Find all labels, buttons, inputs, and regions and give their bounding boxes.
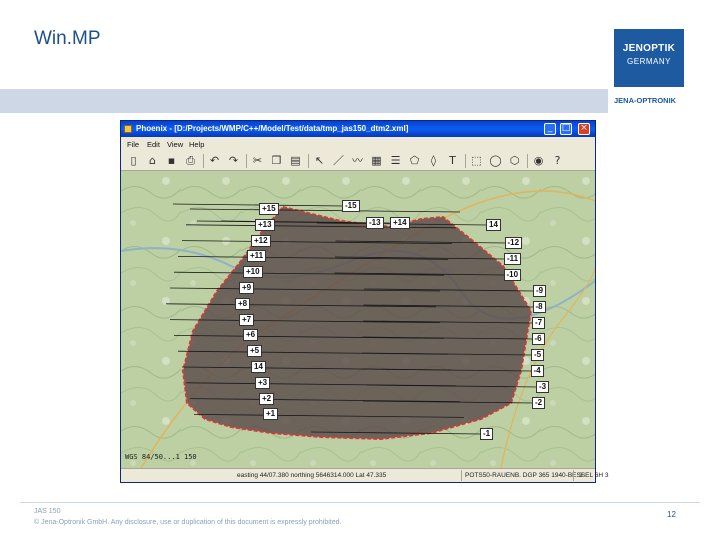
toolbar-separator	[203, 154, 204, 168]
print-icon[interactable]: ⎙	[184, 154, 197, 167]
logo-line2: GERMANY	[627, 57, 671, 66]
strip-label-left: +11	[247, 250, 267, 263]
logo-subline: JENA-OPTRONIK	[614, 96, 677, 105]
undo-icon[interactable]: ↶	[208, 154, 221, 167]
strip-label-left: +12	[251, 234, 271, 247]
map-scale: WGS 84/50...1 150	[125, 453, 197, 461]
hatch-icon[interactable]: ▦	[370, 154, 383, 167]
help-icon[interactable]: ?	[551, 154, 564, 167]
strip-label-right: -4	[530, 365, 544, 377]
strip-label-left: +10	[243, 266, 263, 279]
freeform-icon[interactable]: ◊	[427, 154, 440, 167]
strip-label-left: +3	[255, 376, 271, 389]
toolbar-separator	[527, 154, 528, 168]
header-band	[0, 89, 608, 113]
maximize-button[interactable]: □	[560, 123, 572, 135]
circle-icon[interactable]: ◯	[489, 154, 502, 167]
lines-icon[interactable]: ☰	[389, 154, 402, 167]
strip-label-right: -5	[531, 349, 545, 361]
hexagon-icon[interactable]: ⬡	[508, 154, 521, 167]
cut-icon[interactable]: ✂	[251, 154, 264, 167]
menu-file[interactable]: File	[127, 140, 139, 149]
strip-label-left: +13	[255, 218, 275, 231]
strip-label-left: +2	[259, 392, 275, 405]
menu-edit[interactable]: Edit	[147, 140, 160, 149]
pointer-icon[interactable]: ↖	[313, 154, 326, 167]
strip-label-right: -8	[532, 301, 546, 313]
strip-label-right: -7	[532, 317, 546, 329]
strip-label-left: 14	[251, 361, 266, 373]
footer-divider	[20, 502, 700, 503]
select-rect-icon[interactable]: ⬚	[470, 154, 483, 167]
strip-label-right: +14	[390, 217, 410, 229]
polygon-icon[interactable]: ⬠	[408, 154, 421, 167]
status-coordinates: easting 44/07.380 northing 5646314.000 L…	[237, 472, 387, 479]
strip-label-right: -6	[531, 333, 545, 345]
eye-icon[interactable]: ◉	[532, 154, 545, 167]
jenoptik-logo: JENOPTIK GERMANY	[614, 29, 684, 87]
maximize-icon: □	[561, 123, 571, 133]
app-icon	[124, 125, 132, 133]
strip-label-left: +1	[263, 408, 279, 421]
menu-help[interactable]: Help	[189, 140, 204, 149]
minimize-icon: _	[547, 123, 553, 133]
strip-label-right: -1	[480, 428, 494, 440]
map-view[interactable]: WGS 84/50...1 150	[121, 171, 595, 468]
strip-label-right: -15	[342, 200, 360, 212]
footer-copyright: © Jena-Optronik GmbH. Any disclosure, us…	[34, 519, 342, 526]
paste-icon[interactable]: ▤	[289, 154, 302, 167]
slide-title: Win.MP	[34, 28, 101, 49]
strip-label-left: +9	[239, 282, 255, 294]
strip-label-right: -11	[504, 253, 522, 265]
copy-icon[interactable]: ❐	[270, 154, 283, 167]
new-file-icon[interactable]: ▯	[127, 154, 140, 167]
menubar: File Edit View Help	[121, 137, 595, 151]
status-page: 3	[579, 472, 583, 479]
status-crs: POTS50-RAUENB. DGP 365 1940-BESSEL 6H 3	[465, 472, 609, 479]
strip-label-right: -13	[366, 217, 384, 229]
app-window: Phoenix - [D:/Projects/WMP/C++/Model/Tes…	[120, 120, 608, 483]
toolbar-separator	[308, 154, 309, 168]
line-icon[interactable]: ／	[332, 154, 345, 167]
menu-view[interactable]: View	[167, 140, 183, 149]
window-titlebar[interactable]: Phoenix - [D:/Projects/WMP/C++/Model/Tes…	[121, 121, 595, 137]
strip-label-right: -9	[533, 285, 547, 297]
strip-label-left: +6	[243, 329, 259, 342]
toolbar-separator	[246, 154, 247, 168]
strip-label-left: +15	[259, 203, 279, 215]
strip-label-right: -2	[532, 397, 546, 409]
footer-document-id: JAS 150	[34, 508, 61, 515]
minimize-button[interactable]: _	[544, 123, 556, 135]
strip-label-right: -12	[504, 237, 523, 249]
save-icon[interactable]: ▪	[165, 154, 178, 167]
window-title: Phoenix - [D:/Projects/WMP/C++/Model/Tes…	[136, 124, 409, 133]
open-folder-icon[interactable]: ⌂	[146, 154, 159, 167]
toolbar-separator	[465, 154, 466, 168]
page-number: 12	[667, 510, 676, 519]
strip-label-left: +8	[235, 297, 251, 310]
statusbar: easting 44/07.380 northing 5646314.000 L…	[121, 468, 608, 482]
strip-label-right: -10	[503, 269, 522, 281]
close-button[interactable]: ×	[578, 123, 590, 135]
polyline-icon[interactable]: 〰	[351, 154, 364, 167]
close-icon: ×	[580, 123, 588, 133]
strip-label-right: -3	[536, 381, 550, 393]
strip-label-left: +5	[247, 345, 263, 358]
toolbar: ▯ ⌂ ▪ ⎙ ↶ ↷ ✂ ❐ ▤ ↖ ／ 〰 ▦ ☰ ⬠ ◊ T ⬚ ◯ ⬡ ◉?	[121, 151, 595, 171]
map-canvas[interactable]	[121, 171, 595, 468]
logo-line1: JENOPTIK	[622, 43, 676, 54]
strip-label-left: +7	[239, 313, 255, 326]
strip-label-right: 14	[486, 219, 501, 231]
redo-icon[interactable]: ↷	[227, 154, 240, 167]
text-tool-icon[interactable]: T	[446, 154, 459, 167]
